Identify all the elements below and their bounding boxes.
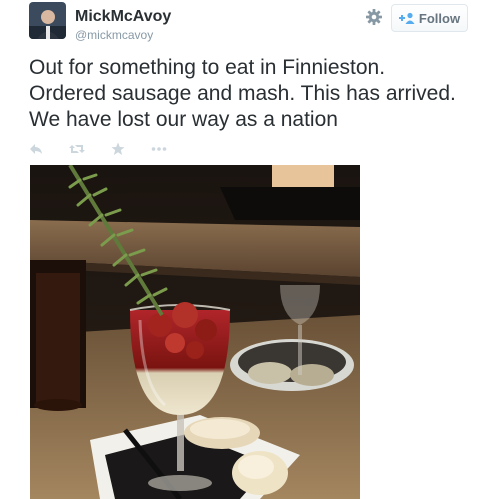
author-name[interactable]: MickMcAvoy (75, 8, 171, 26)
tweet-text-line: We have lost our way as a nation (29, 108, 338, 131)
tweet-actions (29, 140, 193, 158)
tweet-text-line: Ordered sausage and mash. This has arriv… (29, 82, 456, 105)
more-icon[interactable] (151, 142, 167, 156)
avatar[interactable] (29, 2, 66, 39)
gear-icon[interactable] (365, 8, 383, 26)
author-handle[interactable]: @mickmcavoy (75, 28, 153, 42)
tweet-text: Out for something to eat in Finnieston. … (29, 55, 489, 133)
follow-button[interactable]: Follow (391, 4, 468, 32)
tweet-text-line: Out for something to eat in Finnieston. (29, 56, 386, 79)
star-icon[interactable] (111, 142, 125, 156)
follow-label: Follow (418, 10, 461, 26)
reply-icon[interactable] (29, 142, 43, 156)
tweet-photo[interactable] (30, 165, 360, 499)
add-user-icon (398, 12, 415, 24)
retweet-icon[interactable] (69, 142, 85, 156)
